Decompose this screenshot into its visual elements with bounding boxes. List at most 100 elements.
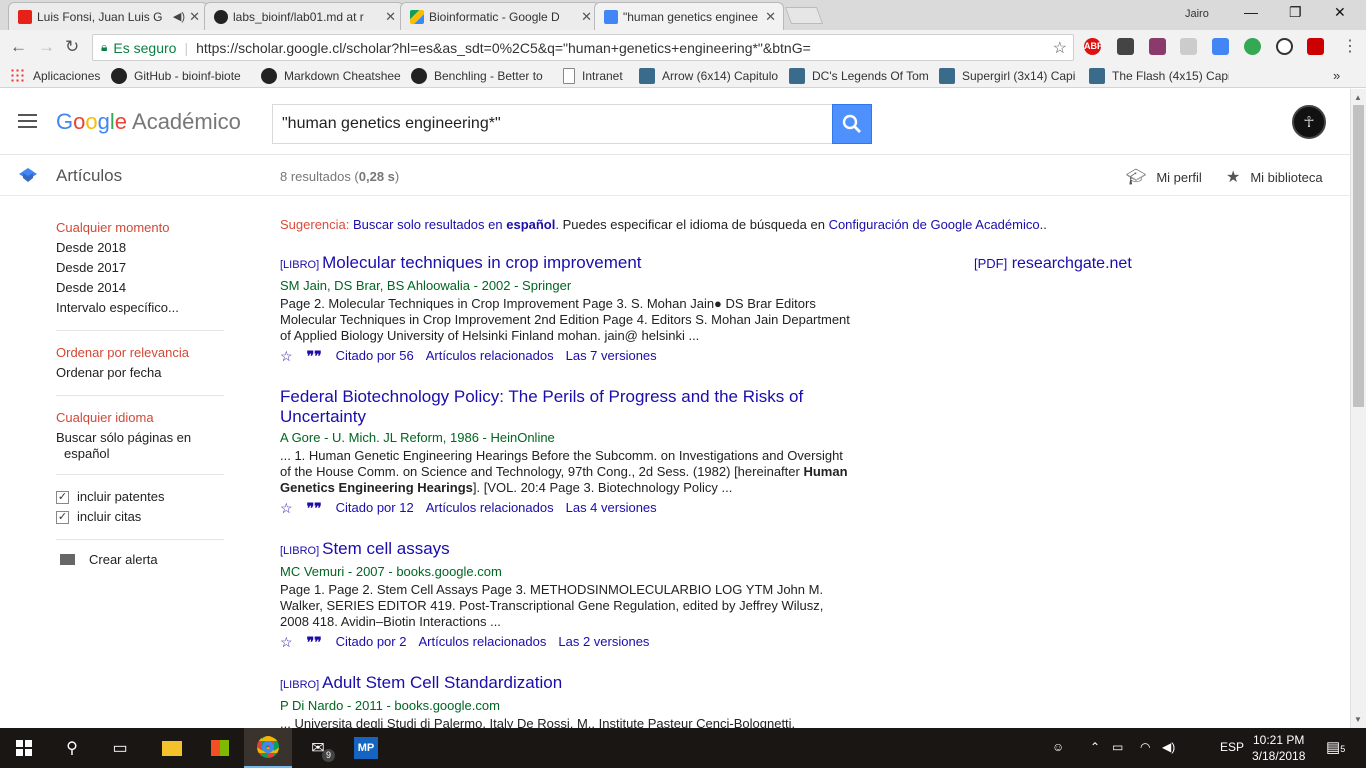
avatar[interactable]: ☥ [1292, 105, 1326, 139]
result-title[interactable]: [LIBRO] Adult Stem Cell Standardization [280, 673, 880, 695]
my-library-button[interactable]: ★ Mi biblioteca [1226, 167, 1323, 187]
task-view-icon[interactable]: ▭ [96, 728, 144, 768]
pdf-link[interactable]: [PDF] researchgate.net [974, 255, 1132, 273]
extension-icon[interactable] [1117, 38, 1134, 55]
cite-icon[interactable]: ❞❞ [307, 347, 322, 365]
bookmark-item[interactable]: GitHub - bioinf-biote [111, 68, 251, 84]
bookmark-item[interactable]: Arrow (6x14) Capitulo [639, 68, 779, 84]
result-title[interactable]: [LIBRO] Stem cell assays [280, 539, 880, 561]
tab-google-scholar[interactable]: "human genetics enginee ✕ [594, 2, 784, 30]
block-icon[interactable] [1276, 38, 1293, 55]
cited-by-link[interactable]: Citado por 12 [336, 499, 414, 517]
cite-icon[interactable]: ❞❞ [307, 499, 322, 517]
input-language[interactable]: ESP [1220, 740, 1244, 754]
menu-icon[interactable]: ⋮ [1342, 36, 1358, 56]
all-versions-link[interactable]: Las 2 versiones [558, 633, 649, 651]
bookmark-star-icon[interactable]: ☆ [1053, 38, 1067, 58]
bookmark-item[interactable]: Intranet [563, 68, 633, 84]
cite-icon[interactable]: ❞❞ [307, 633, 322, 651]
bookmark-item[interactable]: The Flash (4x15) Capi [1089, 68, 1229, 84]
bookmark-item[interactable]: Aplicaciones [10, 68, 110, 84]
people-icon[interactable]: ☺ [1052, 740, 1064, 754]
more-bookmarks-icon[interactable]: » [1333, 68, 1340, 83]
hamburger-menu-icon[interactable] [18, 114, 37, 132]
bookmark-item[interactable]: Benchling - Better to [411, 68, 551, 84]
profile-name[interactable]: Jairo [1185, 8, 1209, 20]
url-text[interactable]: https://scholar.google.cl/scholar?hl=es&… [196, 40, 811, 56]
filter-any-time[interactable]: Cualquier momento [56, 218, 224, 238]
camera-icon[interactable] [1180, 38, 1197, 55]
sort-date[interactable]: Ordenar por fecha [56, 363, 224, 383]
bookmark-item[interactable]: Supergirl (3x14) Capi [939, 68, 1079, 84]
mail-icon[interactable]: ✉ 9 [294, 728, 342, 768]
close-tab-icon[interactable]: ✕ [581, 9, 592, 25]
store-icon[interactable] [196, 728, 244, 768]
scrollbar-thumb[interactable] [1353, 105, 1364, 407]
scroll-up-icon[interactable]: ▲ [1354, 93, 1362, 102]
filter-since-2017[interactable]: Desde 2017 [56, 258, 224, 278]
wifi-icon[interactable]: ◠ [1140, 740, 1150, 754]
mp-app-icon[interactable]: MP [342, 728, 390, 768]
page-scrollbar[interactable]: ▲ ▼ [1350, 89, 1366, 728]
cited-by-link[interactable]: Citado por 2 [336, 633, 407, 651]
extension-icon[interactable] [1149, 38, 1166, 55]
related-articles-link[interactable]: Artículos relacionados [426, 347, 554, 365]
close-tab-icon[interactable]: ✕ [189, 9, 200, 25]
filter-any-language[interactable]: Cualquier idioma [56, 408, 224, 428]
battery-icon[interactable]: ▭ [1112, 740, 1123, 754]
address-bar[interactable]: 🔒︎ Es seguro | https://scholar.google.cl… [92, 34, 1074, 61]
all-versions-link[interactable]: Las 4 versiones [566, 499, 657, 517]
system-clock[interactable]: 10:21 PM 3/18/2018 [1252, 732, 1305, 764]
adblock-icon[interactable]: ABP [1084, 38, 1103, 55]
close-window-icon[interactable]: ✕ [1334, 4, 1346, 21]
save-star-icon[interactable]: ☆ [280, 347, 293, 365]
my-profile-button[interactable]: 🎓︎ Mi perfil [1126, 167, 1202, 187]
scholar-button-icon[interactable] [1212, 38, 1229, 55]
filter-since-2014[interactable]: Desde 2014 [56, 278, 224, 298]
pdf-icon[interactable] [1307, 38, 1324, 55]
filter-spanish-pages[interactable]: Buscar sólo páginas en español [56, 430, 224, 462]
search-icon[interactable]: ⚲ [48, 728, 96, 768]
reload-icon[interactable]: ↻ [65, 37, 79, 57]
scholar-settings-link[interactable]: Configuración de Google Académico [829, 217, 1040, 232]
volume-icon[interactable]: ◀) [1162, 740, 1175, 754]
extension-icon[interactable] [1244, 38, 1261, 55]
restore-icon[interactable]: ❐ [1289, 4, 1302, 21]
close-tab-icon[interactable]: ✕ [765, 9, 776, 25]
filter-custom-range[interactable]: Intervalo específico... [56, 298, 224, 318]
close-tab-icon[interactable]: ✕ [385, 9, 396, 25]
create-alert-button[interactable]: Crear alerta [56, 552, 224, 567]
file-explorer-icon[interactable] [148, 728, 196, 768]
cited-by-link[interactable]: Citado por 56 [336, 347, 414, 365]
tab-youtube[interactable]: Luis Fonsi, Juan Luis G ◀) ✕ [8, 2, 208, 30]
save-star-icon[interactable]: ☆ [280, 499, 293, 517]
tab-google-drive[interactable]: Bioinformatic - Google D ✕ [400, 2, 600, 30]
search-input[interactable] [272, 104, 832, 144]
checkbox-checked-icon[interactable]: ✓ [56, 510, 69, 524]
new-tab-button[interactable] [784, 7, 824, 24]
bookmark-item[interactable]: Markdown Cheatshee [261, 68, 401, 84]
related-articles-link[interactable]: Artículos relacionados [426, 499, 554, 517]
all-versions-link[interactable]: Las 7 versiones [566, 347, 657, 365]
action-center-icon[interactable]: ▤5 [1326, 738, 1345, 756]
include-citations-checkbox[interactable]: ✓ incluir citas [56, 507, 224, 527]
back-icon[interactable]: ← [10, 37, 27, 57]
windows-start-icon[interactable] [0, 728, 48, 768]
minimize-icon[interactable]: — [1244, 4, 1258, 20]
related-articles-link[interactable]: Artículos relacionados [418, 633, 546, 651]
tray-expand-icon[interactable]: ⌃ [1090, 740, 1100, 754]
chrome-taskbar-icon[interactable] [244, 728, 292, 768]
speaker-icon[interactable]: ◀) [173, 10, 185, 23]
result-title[interactable]: Federal Biotechnology Policy: The Perils… [280, 387, 880, 427]
include-patents-checkbox[interactable]: ✓ incluir patentes [56, 487, 224, 507]
checkbox-checked-icon[interactable]: ✓ [56, 490, 69, 504]
search-button[interactable] [832, 104, 872, 144]
result-title[interactable]: [LIBRO] Molecular techniques in crop impr… [280, 253, 880, 275]
scholar-logo[interactable]: Google Académico [56, 109, 241, 135]
forward-icon[interactable]: → [38, 37, 55, 57]
spanish-only-link[interactable]: Buscar solo resultados en español [353, 217, 555, 232]
scroll-down-icon[interactable]: ▼ [1354, 715, 1362, 724]
section-title[interactable]: Artículos [56, 166, 122, 186]
filter-since-2018[interactable]: Desde 2018 [56, 238, 224, 258]
tab-github[interactable]: labs_bioinf/lab01.md at r ✕ [204, 2, 404, 30]
